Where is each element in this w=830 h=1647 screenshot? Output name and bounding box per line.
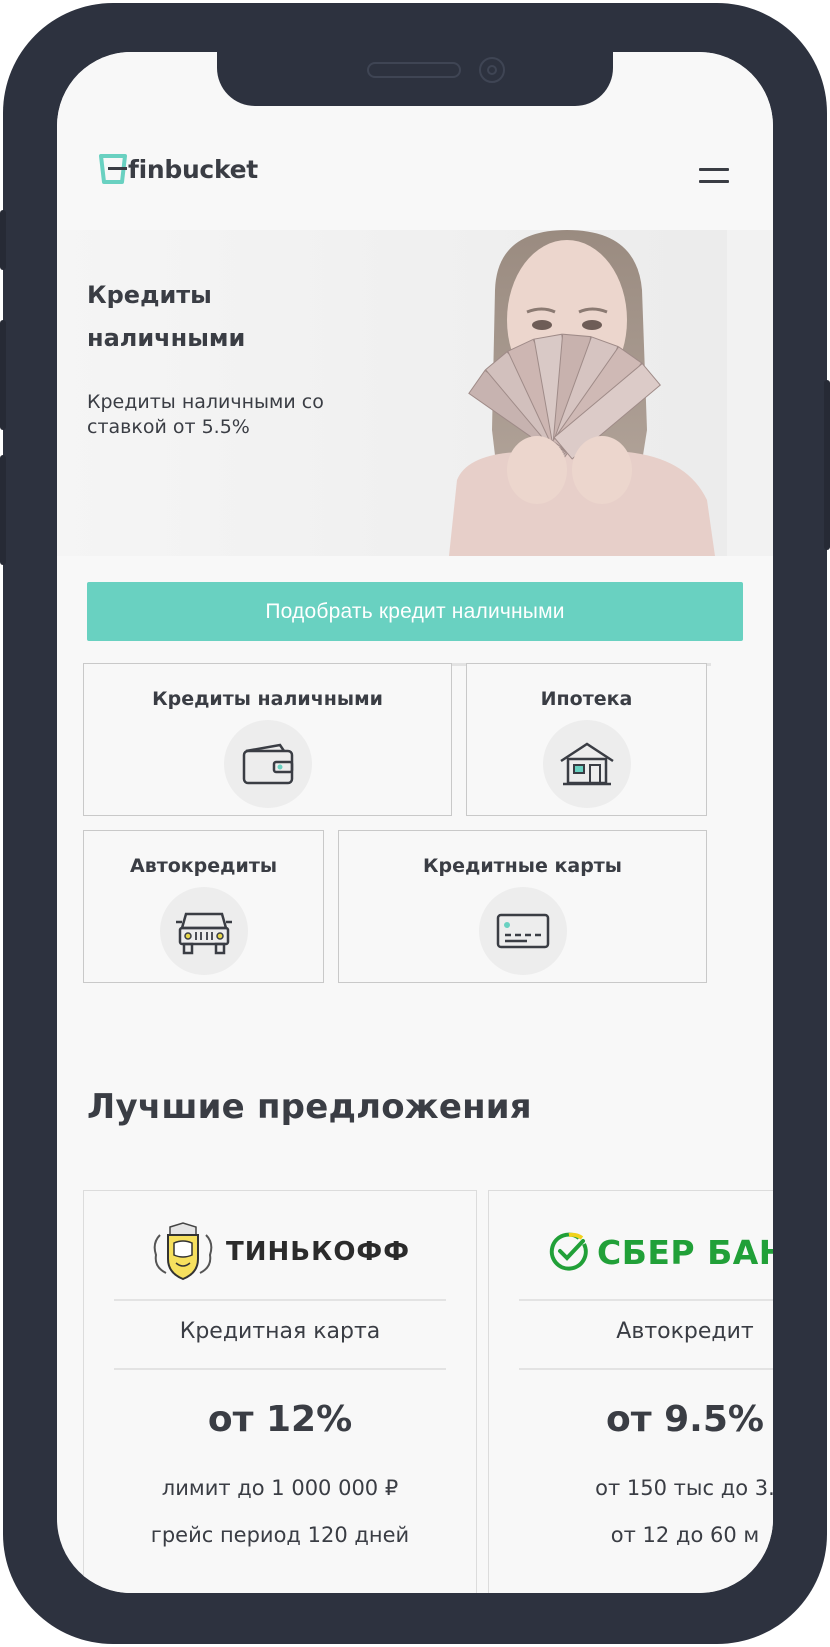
brand-name: finbucket [128,154,258,184]
category-cash-loans[interactable]: Кредиты наличными [83,663,452,816]
tinkoff-logo: ТИНЬКОФФ [84,1219,476,1285]
finbucket-logo[interactable]: finbucket [99,154,258,184]
hero-woman-with-banknotes-image [449,230,773,556]
credit-card-icon [478,887,567,975]
offer-rate: от 12% [207,1399,353,1440]
speaker-grille [367,62,461,78]
wallet-icon [223,720,312,808]
offer-card-tinkoff[interactable]: ТИНЬКОФФ Кредитная карта от 12% лимит до… [83,1190,477,1593]
category-label: Ипотека [540,688,633,710]
tinkoff-emblem-icon [153,1222,213,1281]
car-icon [159,887,248,975]
offer-detail-2: от 12 до 60 м [610,1523,760,1547]
house-icon [542,720,631,808]
category-label: Кредитные карты [422,855,622,877]
tinkoff-bank-name: ТИНЬКОФФ [226,1237,410,1267]
finbucket-logo-icon [99,154,127,184]
hero-title: Кредиты наличными [87,281,246,352]
category-label: Автокредиты [129,855,278,877]
offer-product-type: Автокредит [616,1319,754,1344]
phone-volume-up-button [0,320,6,430]
category-label: Кредиты наличными [152,688,383,710]
category-credit-cards[interactable]: Кредитные карты [338,830,707,983]
offer-rate: от 9.5% [606,1399,764,1440]
divider [114,1299,446,1301]
sberbank-checkmark-icon [549,1232,588,1271]
offer-detail-1: от 150 тыс до 3. [595,1476,773,1500]
offer-detail-1: лимит до 1 000 000 ₽ [161,1476,399,1500]
offer-product-type: Кредитная карта [179,1319,381,1344]
phone-side-button [0,210,6,270]
divider [519,1368,773,1370]
divider [114,1368,446,1370]
hero-banner: Кредиты наличными Кредиты наличными со с… [57,230,773,556]
phone-screen: finbucket Кредиты наличными Кредиты нали… [57,52,773,1593]
phone-volume-down-button [0,455,6,565]
hero-subtitle: Кредиты наличными со ставкой от 5.5% [87,391,324,438]
divider [519,1299,773,1301]
pick-cash-loan-button[interactable]: Подобрать кредит наличными [87,582,743,641]
sberbank-logo: СБЕР БАНК [489,1219,773,1285]
menu-icon[interactable] [699,168,729,186]
category-mortgage[interactable]: Ипотека [466,663,707,816]
front-camera [479,57,505,83]
offer-detail-2: грейс период 120 дней [150,1523,410,1547]
phone-notch [217,52,613,106]
category-auto-loans[interactable]: Автокредиты [83,830,324,983]
offer-card-sberbank[interactable]: СБЕР БАНК Автокредит от 9.5% от 150 тыс … [488,1190,773,1593]
sberbank-bank-name: СБЕР БАНК [597,1232,773,1272]
phone-power-button [824,380,830,550]
best-offers-title: Лучшие предложения [87,1087,532,1127]
